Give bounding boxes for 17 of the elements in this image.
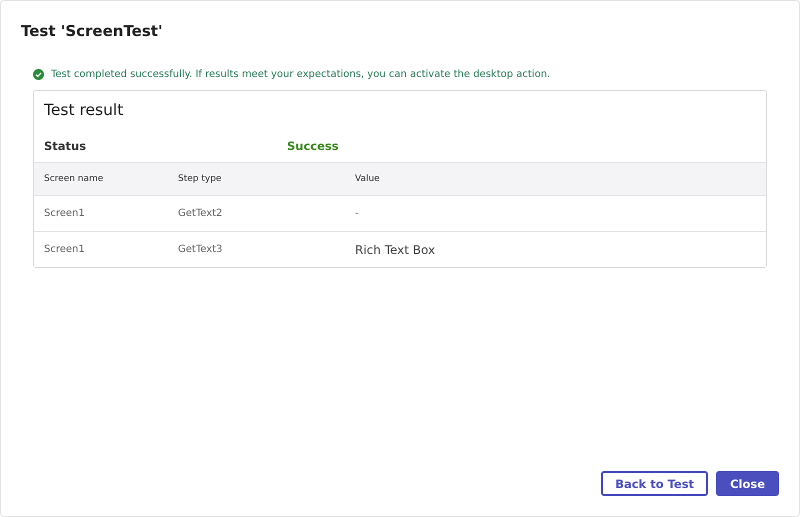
card-title: Test result bbox=[43, 100, 124, 120]
status-value: Success bbox=[287, 139, 340, 153]
table-cell-text: GetText3 bbox=[178, 244, 224, 255]
dialog-title: Test 'ScreenTest' bbox=[21, 21, 164, 41]
column-header: Screen name bbox=[44, 174, 104, 184]
back-button[interactable]: Back to Test bbox=[601, 471, 708, 496]
column-header: Value bbox=[355, 174, 381, 184]
table-cell-text: Screen1 bbox=[44, 208, 86, 219]
column-header: Step type bbox=[178, 174, 222, 184]
table-cell-text: - bbox=[355, 208, 360, 219]
close-button[interactable]: Close bbox=[716, 471, 779, 496]
check-circle-icon bbox=[33, 69, 44, 80]
success-message: Test completed successfully. If results meet your expectations, you can activate the desktop action. bbox=[51, 69, 550, 80]
table-cell-text: GetText2 bbox=[178, 208, 224, 219]
table-cell-text: Rich Text Box bbox=[355, 242, 436, 256]
table-cell-text: Screen1 bbox=[44, 244, 86, 255]
status-label: Status bbox=[44, 139, 88, 153]
